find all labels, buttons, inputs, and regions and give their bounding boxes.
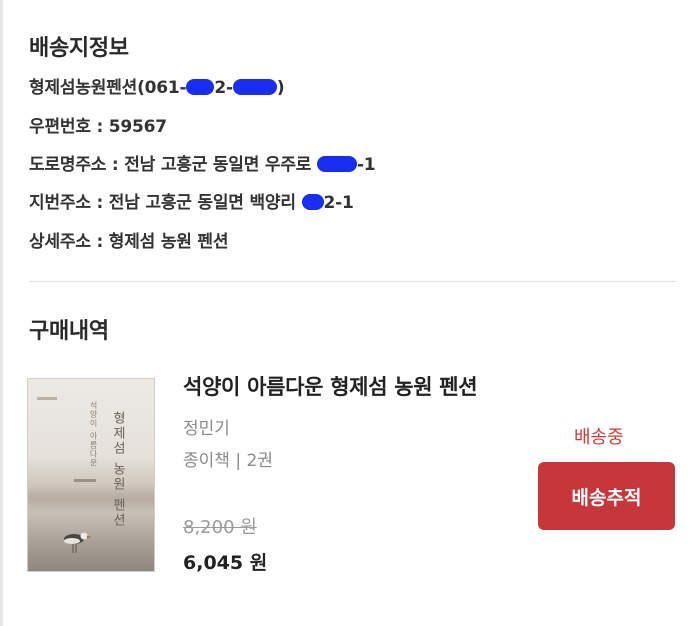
cover-subtitle: 석양이 아름다운 [89,401,98,468]
cover-publisher-mark [37,397,57,400]
redaction-mark [186,79,215,95]
recipient-name-phone: 형제섬농원펜션(061- [29,78,187,98]
track-delivery-button[interactable]: 배송추적 [538,462,675,530]
lot-address-end: 2-1 [323,193,354,213]
seagull-illustration [64,532,92,553]
detail-address-line: 상세주소 : 형제섬 농원 펜션 [29,232,229,252]
cover-title: 형제섬 농원 펜션 [110,411,125,529]
book-cover-image[interactable]: 석양이 아름다운 형제섬 농원 펜션 [27,378,155,572]
postal-code-line: 우편번호 : 59567 [29,117,167,137]
lot-address-line: 지번주소 : 전남 고흥군 동일면 백양리 2-1 [29,188,354,213]
recipient-phone-end: ) [276,78,285,98]
road-address-line: 도로명주소 : 전남 고흥군 동일면 우주로 -1 [29,150,376,175]
final-price: 6,045 원 [183,552,268,574]
recipient-phone-mid: 2- [214,78,233,98]
redaction-mark [316,156,357,172]
section-divider [29,281,676,282]
recipient-line: 형제섬농원펜션(061- 2-) [29,73,285,98]
purchase-section-title: 구매내역 [29,319,109,344]
redaction-mark [301,194,324,210]
delivery-status-badge: 배송중 [574,427,624,448]
left-border [0,0,3,626]
redaction-mark [232,79,277,95]
book-title-link[interactable]: 석양이 아름다운 형제섬 농원 펜션 [183,371,478,401]
lot-address-text: 지번주소 : 전남 고흥군 동일면 백양리 [29,193,302,213]
road-address-text: 도로명주소 : 전남 고흥군 동일면 우주로 [29,155,317,175]
road-address-end: -1 [356,155,376,175]
shipping-section-title: 배송지정보 [29,36,129,61]
book-author: 정민기 [183,419,230,439]
book-format: 종이책 | 2권 [183,451,273,471]
original-price: 8,200 원 [183,517,257,538]
cover-author-mark [74,479,96,482]
